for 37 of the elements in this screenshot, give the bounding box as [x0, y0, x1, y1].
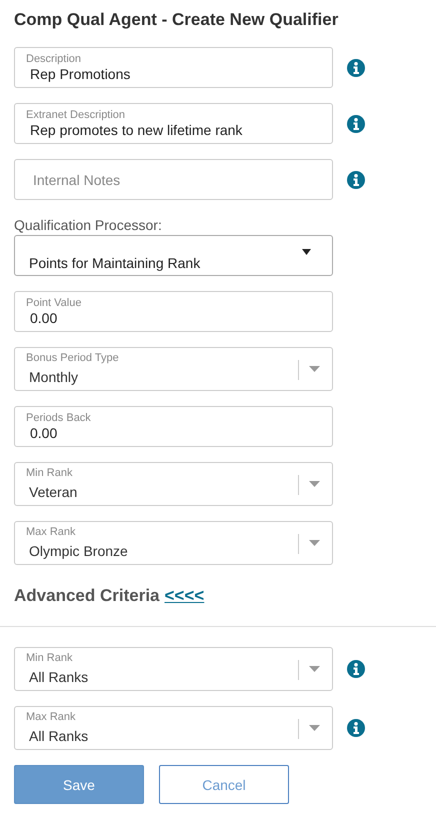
selected-value: All Ranks	[28, 727, 88, 745]
caret-icon	[309, 366, 320, 372]
field-label: Periods Back	[26, 412, 91, 425]
info-icon[interactable]	[347, 170, 365, 188]
info-icon[interactable]	[347, 114, 365, 132]
field-label: Point Value	[26, 297, 82, 310]
field-label: Qualification Processor:	[14, 217, 163, 234]
selected-value: Points for Maintaining Rank	[29, 254, 200, 272]
dropdown-field[interactable]: Bonus Period Type Monthly	[14, 347, 333, 391]
caret-icon	[309, 725, 320, 731]
selected-value: All Ranks	[28, 668, 88, 686]
dropdown-field[interactable]: Min Rank All Ranks	[14, 647, 333, 691]
field-label: Max Rank	[26, 711, 76, 724]
text-field[interactable]: Internal Notes	[14, 159, 333, 200]
selected-value: Veteran	[28, 483, 78, 501]
info-icon[interactable]	[347, 660, 365, 678]
field-label: Min Rank	[26, 652, 72, 665]
selected-value: Monthly	[28, 368, 78, 386]
caret-icon	[302, 249, 311, 255]
page-title: Comp Qual Agent - Create New Qualifier	[14, 9, 340, 31]
field-label: Max Rank	[26, 526, 76, 539]
field-label: Min Rank	[26, 467, 72, 480]
dropdown-field[interactable]: Max Rank All Ranks	[14, 706, 333, 750]
field-label: Description	[26, 53, 82, 66]
field-label: Extranet Description	[26, 109, 126, 122]
dropdown-field[interactable]: Points for Maintaining Rank	[14, 235, 333, 276]
selected-value: Olympic Bronze	[28, 542, 128, 560]
collapse-link[interactable]: <<<<	[164, 585, 204, 607]
caret-icon	[309, 540, 320, 546]
section-title: Advanced Criteria	[14, 585, 160, 607]
caret-icon	[309, 481, 320, 487]
dropdown-field[interactable]: Min Rank Veteran	[14, 462, 333, 506]
field-label: Bonus Period Type	[26, 352, 119, 365]
dropdown-field[interactable]: Max Rank Olympic Bronze	[14, 521, 333, 565]
caret-icon	[309, 666, 320, 672]
info-icon[interactable]	[347, 58, 365, 76]
info-icon[interactable]	[347, 719, 365, 737]
